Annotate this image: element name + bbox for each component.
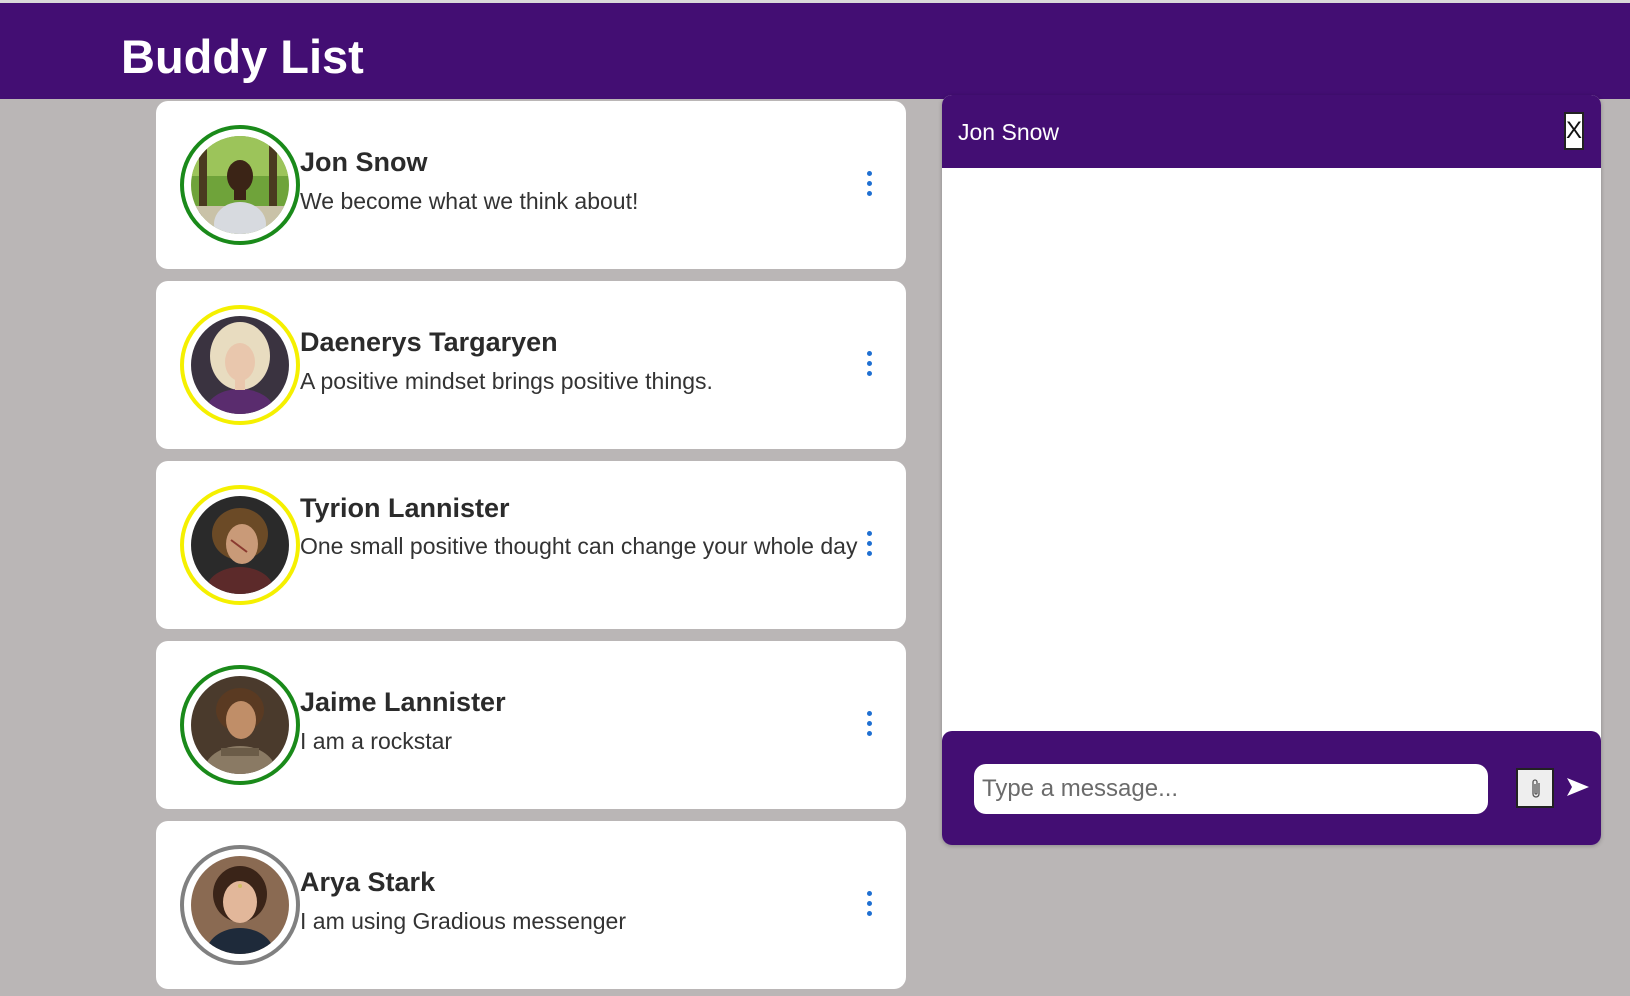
attach-button[interactable] bbox=[1516, 768, 1554, 808]
buddy-status: I am using Gradious messenger bbox=[300, 908, 626, 934]
avatar bbox=[191, 676, 289, 774]
send-button[interactable] bbox=[1566, 775, 1590, 799]
chat-window: Jon Snow X bbox=[942, 95, 1601, 845]
presence-ring bbox=[180, 305, 300, 425]
more-options-icon[interactable] bbox=[864, 531, 874, 557]
send-arrow-icon bbox=[1567, 778, 1589, 796]
close-chat-button[interactable]: X bbox=[1564, 112, 1584, 150]
app-header: Buddy List bbox=[0, 3, 1630, 99]
buddy-card-daenerys-targaryen[interactable]: Daenerys Targaryen A positive mindset br… bbox=[156, 281, 906, 449]
paperclip-icon bbox=[1532, 779, 1540, 798]
page-title: Buddy List bbox=[121, 30, 364, 83]
buddy-status: One small positive thought can change yo… bbox=[300, 533, 858, 559]
avatar bbox=[191, 496, 289, 594]
buddy-status: We become what we think about! bbox=[300, 188, 639, 214]
chat-title: Jon Snow bbox=[958, 119, 1060, 145]
presence-ring bbox=[180, 845, 300, 965]
message-input[interactable] bbox=[974, 764, 1488, 814]
presence-ring bbox=[180, 665, 300, 785]
presence-ring bbox=[180, 125, 300, 245]
buddy-card-jon-snow[interactable]: Jon Snow We become what we think about! bbox=[156, 101, 906, 269]
avatar bbox=[191, 856, 289, 954]
buddy-card-arya-stark[interactable]: Arya Stark I am using Gradious messenger bbox=[156, 821, 906, 989]
more-options-icon[interactable] bbox=[864, 891, 874, 917]
chat-header: Jon Snow X bbox=[942, 95, 1601, 168]
buddy-status: I am a rockstar bbox=[300, 728, 453, 754]
chat-messages-area[interactable] bbox=[942, 168, 1601, 731]
more-options-icon[interactable] bbox=[864, 351, 874, 377]
more-options-icon[interactable] bbox=[864, 711, 874, 737]
buddy-name: Jaime Lannister bbox=[300, 687, 506, 717]
presence-ring bbox=[180, 485, 300, 605]
buddy-name: Jon Snow bbox=[300, 147, 428, 177]
chat-composer bbox=[942, 731, 1601, 845]
buddy-name: Tyrion Lannister bbox=[300, 493, 510, 523]
buddy-card-jaime-lannister[interactable]: Jaime Lannister I am a rockstar bbox=[156, 641, 906, 809]
buddy-card-tyrion-lannister[interactable]: Tyrion Lannister One small positive thou… bbox=[156, 461, 906, 629]
buddy-status: A positive mindset brings positive thing… bbox=[300, 368, 713, 394]
buddy-name: Daenerys Targaryen bbox=[300, 327, 558, 357]
buddy-name: Arya Stark bbox=[300, 867, 436, 897]
more-options-icon[interactable] bbox=[864, 171, 874, 197]
avatar bbox=[191, 136, 289, 234]
avatar bbox=[191, 316, 289, 414]
